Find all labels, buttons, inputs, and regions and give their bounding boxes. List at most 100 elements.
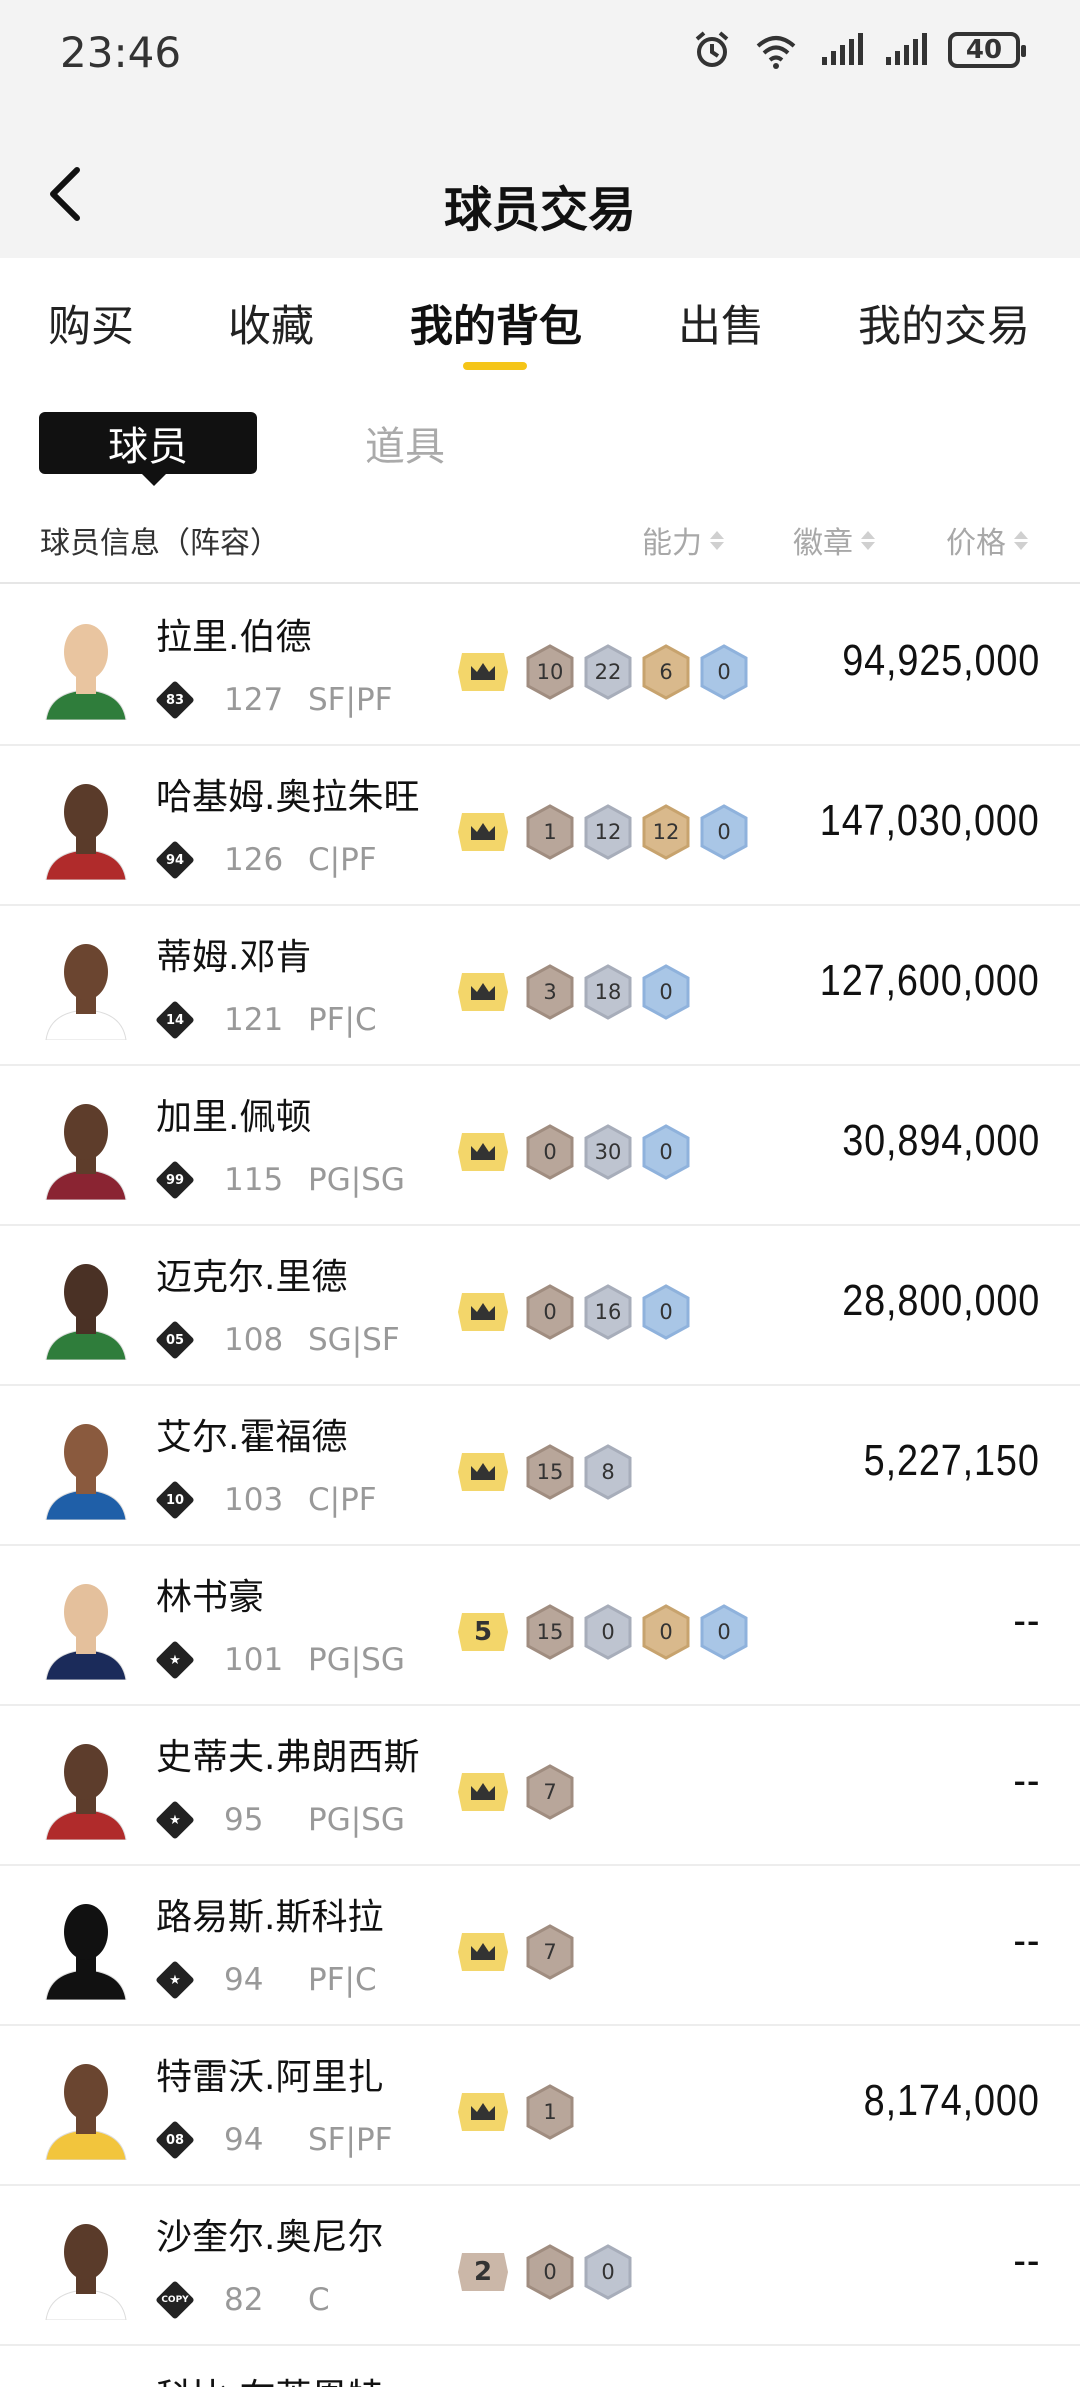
ability-badges: 7: [456, 1924, 576, 1980]
player-overall: 121: [224, 1002, 284, 1038]
tab-buy[interactable]: 购买: [48, 292, 134, 354]
player-price: 127,600,000: [820, 956, 1040, 1005]
badge-count-icon: 0: [524, 1124, 576, 1180]
card-number-badge: 14: [155, 1000, 195, 1040]
column-headers: 球员信息（阵容） 能力 徽章 价格: [0, 508, 1080, 584]
page-title: 球员交易: [443, 182, 636, 238]
tab-sell[interactable]: 出售: [678, 292, 764, 354]
player-avatar: [40, 1732, 132, 1841]
player-meta: 08 94 SF|PF: [155, 2120, 392, 2160]
badge-count-icon: 3: [524, 964, 576, 1020]
card-number-badge: ★: [155, 1640, 195, 1680]
card-number-badge: ★: [155, 1800, 195, 1840]
card-number-badge: 94: [155, 840, 195, 880]
ability-badges: 0 30 0: [456, 1124, 692, 1180]
player-list: 拉里.伯德 83 127 SF|PF 10 22 6 0 94,925,000 哈基姆.奥拉朱旺 9…: [0, 586, 1080, 2387]
player-meta: ★ 94 PF|C: [155, 1960, 377, 2000]
badge-count-icon: 16: [582, 1284, 634, 1340]
crown-icon: [456, 1929, 510, 1975]
badge-count-icon: 0: [524, 2244, 576, 2300]
segment-players[interactable]: 球员: [39, 412, 257, 486]
card-number-badge: COPY: [155, 2280, 195, 2320]
sort-arrows-icon: [710, 530, 724, 550]
badge-count-icon: 1: [524, 804, 576, 860]
sort-badge[interactable]: 徽章: [793, 518, 875, 562]
player-row[interactable]: 加里.佩顿 99 115 PG|SG 0 30 0 30,894,000: [0, 1066, 1080, 1226]
badge-count-icon: 0: [640, 1284, 692, 1340]
sort-price[interactable]: 价格: [946, 518, 1028, 562]
signal-icon-2: [884, 33, 928, 67]
player-price: 147,030,000: [820, 796, 1040, 845]
card-number-badge: 10: [155, 1480, 195, 1520]
player-name: 路易斯.斯科拉: [156, 1897, 384, 1938]
player-position: SF|PF: [308, 682, 393, 718]
player-name: 拉里.伯德: [156, 617, 312, 658]
tab-my-trades[interactable]: 我的交易: [858, 292, 1030, 354]
player-overall: 94: [224, 2122, 264, 2158]
player-row[interactable]: 艾尔.霍福德 10 103 C|PF 15 8 5,227,150: [0, 1386, 1080, 1546]
player-meta: 10 103 C|PF: [155, 1480, 377, 1520]
player-row[interactable]: 蒂姆.邓肯 14 121 PF|C 3 18 0 127,600,000: [0, 906, 1080, 1066]
player-row[interactable]: 哈基姆.奥拉朱旺 94 126 C|PF 1 12 12 0 147,030,000: [0, 746, 1080, 906]
player-position: C|PF: [308, 842, 377, 878]
tab-favorites[interactable]: 收藏: [228, 292, 314, 354]
player-avatar: [40, 1252, 132, 1361]
player-row[interactable]: 林书豪 ★ 101 PG|SG 5 15 0 0 0 --: [0, 1546, 1080, 1706]
crown-icon: [456, 649, 510, 695]
player-row[interactable]: 科比.布莱恩特: [0, 2346, 1080, 2387]
badge-count-icon: 6: [640, 644, 692, 700]
player-position: PF|C: [308, 1002, 377, 1038]
player-avatar: [40, 1572, 132, 1681]
player-overall: 101: [224, 1642, 284, 1678]
player-price: 5,227,150: [863, 1436, 1040, 1485]
column-player-info: 球员信息（阵容）: [40, 526, 280, 561]
player-avatar: [40, 1412, 132, 1521]
badge-count-icon: 7: [524, 1764, 576, 1820]
player-meta: 05 108 SG|SF: [155, 1320, 400, 1360]
badge-count-icon: 0: [698, 644, 750, 700]
badge-count-icon: 0: [698, 1604, 750, 1660]
crown-icon: [456, 1769, 510, 1815]
segment-items[interactable]: 道具: [365, 412, 445, 474]
player-name: 哈基姆.奥拉朱旺: [156, 777, 420, 818]
player-avatar: [40, 612, 132, 721]
sort-ability[interactable]: 能力: [642, 518, 724, 562]
player-row[interactable]: 路易斯.斯科拉 ★ 94 PF|C 7 --: [0, 1866, 1080, 2026]
badge-count-icon: 12: [640, 804, 692, 860]
player-avatar: [40, 772, 132, 881]
player-row[interactable]: 特雷沃.阿里扎 08 94 SF|PF 1 8,174,000: [0, 2026, 1080, 2186]
player-row[interactable]: 史蒂夫.弗朗西斯 ★ 95 PG|SG 7 --: [0, 1706, 1080, 1866]
player-overall: 108: [224, 1322, 284, 1358]
player-name: 迈克尔.里德: [156, 1257, 348, 1298]
tab-bar: 购买 收藏 我的背包 出售 我的交易: [0, 258, 1080, 378]
badge-count-icon: 15: [524, 1444, 576, 1500]
player-name: 加里.佩顿: [156, 1097, 312, 1138]
player-avatar: [40, 1892, 132, 2001]
player-row[interactable]: 沙奎尔.奥尼尔 COPY 82 C 2 0 0 --: [0, 2186, 1080, 2346]
tab-my-bag[interactable]: 我的背包: [410, 292, 582, 354]
badge-count-icon: 0: [698, 804, 750, 860]
ability-badges: 1: [456, 2084, 576, 2140]
player-position: PG|SG: [308, 1802, 405, 1838]
player-overall: 82: [224, 2282, 264, 2318]
ability-badges: 200: [456, 2244, 634, 2300]
ability-badges: 10 22 6 0: [456, 644, 750, 700]
ability-badges: 0 16 0: [456, 1284, 692, 1340]
player-price: --: [1013, 2236, 1040, 2285]
player-price: --: [1013, 1916, 1040, 1965]
player-avatar: [40, 2212, 132, 2321]
player-name: 沙奎尔.奥尼尔: [156, 2217, 384, 2258]
player-row[interactable]: 迈克尔.里德 05 108 SG|SF 0 16 0 28,800,000: [0, 1226, 1080, 1386]
player-name: 史蒂夫.弗朗西斯: [156, 1737, 420, 1778]
badge-count-icon: 0: [640, 1604, 692, 1660]
status-bar: 23:46 40: [0, 0, 1080, 110]
player-avatar: [40, 932, 132, 1041]
badge-count-icon: 0: [582, 1604, 634, 1660]
player-avatar: [40, 1092, 132, 1201]
player-name: 特雷沃.阿里扎: [156, 2057, 384, 2098]
player-row[interactable]: 拉里.伯德 83 127 SF|PF 10 22 6 0 94,925,000: [0, 586, 1080, 746]
crown-icon: [456, 969, 510, 1015]
badge-count-icon: 8: [582, 1444, 634, 1500]
level-badge: 5: [456, 1609, 510, 1655]
ability-badges: 7: [456, 1764, 576, 1820]
